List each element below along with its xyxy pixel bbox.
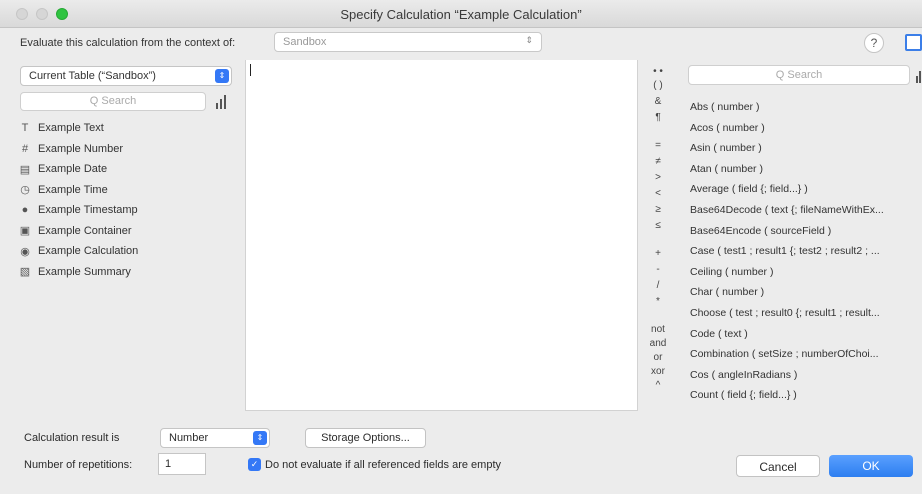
chevron-updown-icon: ⇕ — [253, 431, 267, 445]
field-name: Example Time — [38, 183, 108, 196]
operator-button[interactable]: & — [640, 96, 676, 107]
bottom-bar: Calculation result is Number ⇕ Storage O… — [0, 412, 922, 494]
timestamp-field-icon: ● — [21, 204, 29, 217]
field-item[interactable]: ▣ Example Container — [18, 221, 238, 242]
text-field-icon: T — [21, 122, 29, 135]
field-name: Example Container — [38, 224, 132, 237]
field-item[interactable]: ● Example Timestamp — [18, 200, 238, 221]
field-name: Example Date — [38, 163, 108, 176]
field-item[interactable]: ▤ Example Date — [18, 159, 238, 180]
field-item[interactable]: T Example Text — [18, 118, 238, 139]
field-item[interactable]: # Example Number — [18, 139, 238, 160]
operator-button[interactable]: not — [640, 324, 676, 335]
result-type-value: Number — [169, 432, 209, 444]
operator-button[interactable]: = — [640, 140, 676, 151]
operator-button[interactable]: ^ — [640, 380, 676, 391]
context-select[interactable]: Sandbox ⇕ — [274, 32, 542, 52]
operator-list: • • ( ) & ¶ = ≠ > < ≥ ≤ + - / * not and … — [640, 62, 676, 412]
calculation-field-icon: ◉ — [20, 245, 30, 258]
context-value: Sandbox — [283, 36, 327, 48]
operator-button[interactable]: < — [640, 188, 676, 199]
function-item[interactable]: Base64Encode ( sourceField ) — [690, 221, 922, 242]
function-list: Abs ( number ) Acos ( number ) Asin ( nu… — [690, 97, 922, 406]
field-name: Example Calculation — [38, 245, 139, 258]
field-name: Example Timestamp — [38, 204, 138, 217]
ok-button[interactable]: OK — [829, 455, 913, 477]
result-type-select[interactable]: Number ⇕ — [160, 428, 270, 448]
operator-button[interactable]: ( ) — [640, 80, 676, 91]
field-name: Example Number — [38, 142, 123, 155]
calculation-editor[interactable] — [245, 60, 638, 411]
field-name: Example Text — [38, 122, 104, 135]
number-field-icon: # — [21, 142, 29, 155]
function-item[interactable]: Choose ( test ; result0 {; result1 ; res… — [690, 303, 922, 324]
title-bar: Specify Calculation “Example Calculation… — [0, 0, 922, 28]
summary-field-icon: ▧ — [19, 266, 31, 279]
operator-button[interactable]: - — [640, 264, 676, 275]
container-field-icon: ▣ — [19, 225, 31, 238]
operator-button[interactable]: ≠ — [640, 156, 676, 167]
chevron-updown-icon: ⇕ — [215, 69, 229, 83]
operator-button[interactable]: ¶ — [640, 112, 676, 123]
window-title: Specify Calculation “Example Calculation… — [340, 7, 582, 22]
function-search-input[interactable]: Q Search — [688, 65, 910, 85]
function-item[interactable]: Cos ( angleInRadians ) — [690, 365, 922, 386]
time-field-icon: ◷ — [20, 184, 30, 197]
operator-button[interactable]: and — [640, 338, 676, 349]
field-item[interactable]: ◷ Example Time — [18, 180, 238, 201]
chevron-updown-icon: ⇕ — [525, 35, 533, 45]
operator-button[interactable]: / — [640, 280, 676, 291]
result-type-label: Calculation result is — [24, 432, 120, 444]
function-item[interactable]: Abs ( number ) — [690, 97, 922, 118]
sort-bars-icon[interactable] — [214, 95, 228, 109]
operator-button[interactable]: xor — [640, 366, 676, 377]
function-item[interactable]: Average ( field {; field...} ) — [690, 179, 922, 200]
field-name: Example Summary — [38, 265, 131, 278]
function-item[interactable]: Char ( number ) — [690, 282, 922, 303]
field-item[interactable]: ▧ Example Summary — [18, 262, 238, 283]
help-button[interactable]: ? — [864, 33, 884, 53]
operator-button[interactable]: * — [640, 296, 676, 307]
operator-button[interactable]: > — [640, 172, 676, 183]
do-not-evaluate-checkbox[interactable]: ✓ — [248, 458, 261, 471]
operator-button[interactable]: + — [640, 248, 676, 259]
sort-bars-icon[interactable] — [915, 69, 921, 83]
function-item[interactable]: Base64Decode ( text {; fileNameWithEx... — [690, 200, 922, 221]
text-caret — [250, 64, 251, 76]
function-item[interactable]: Acos ( number ) — [690, 118, 922, 139]
operator-button[interactable]: ≥ — [640, 204, 676, 215]
repetitions-input[interactable]: 1 — [158, 453, 206, 475]
field-search-input[interactable]: Q Search — [20, 92, 206, 111]
repetitions-label: Number of repetitions: — [24, 459, 133, 471]
context-label: Evaluate this calculation from the conte… — [20, 37, 236, 49]
field-item[interactable]: ◉ Example Calculation — [18, 241, 238, 262]
date-field-icon: ▤ — [19, 163, 31, 176]
table-select[interactable]: Current Table (“Sandbox”) ⇕ — [20, 66, 232, 86]
do-not-evaluate-label: Do not evaluate if all referenced fields… — [265, 459, 502, 471]
operator-button[interactable]: ≤ — [640, 220, 676, 231]
function-item[interactable]: Atan ( number ) — [690, 159, 922, 180]
cancel-button[interactable]: Cancel — [736, 455, 820, 477]
table-select-value: Current Table (“Sandbox”) — [29, 70, 156, 82]
function-item[interactable]: Asin ( number ) — [690, 138, 922, 159]
function-panel: Q Search Abs ( number ) Acos ( number ) … — [680, 60, 922, 411]
operator-button[interactable]: or — [640, 352, 676, 363]
operator-button[interactable]: • • — [640, 66, 676, 77]
function-item[interactable]: Combination ( setSize ; numberOfChoi... — [690, 344, 922, 365]
field-list: T Example Text # Example Number ▤ Example D… — [18, 118, 238, 282]
function-item[interactable]: Case ( test1 ; result1 {; test2 ; result… — [690, 241, 922, 262]
expand-button[interactable] — [905, 34, 922, 51]
storage-options-button[interactable]: Storage Options... — [305, 428, 426, 448]
function-item[interactable]: Count ( field {; field...} ) — [690, 385, 922, 406]
function-item[interactable]: Ceiling ( number ) — [690, 262, 922, 283]
function-item[interactable]: Code ( text ) — [690, 324, 922, 345]
